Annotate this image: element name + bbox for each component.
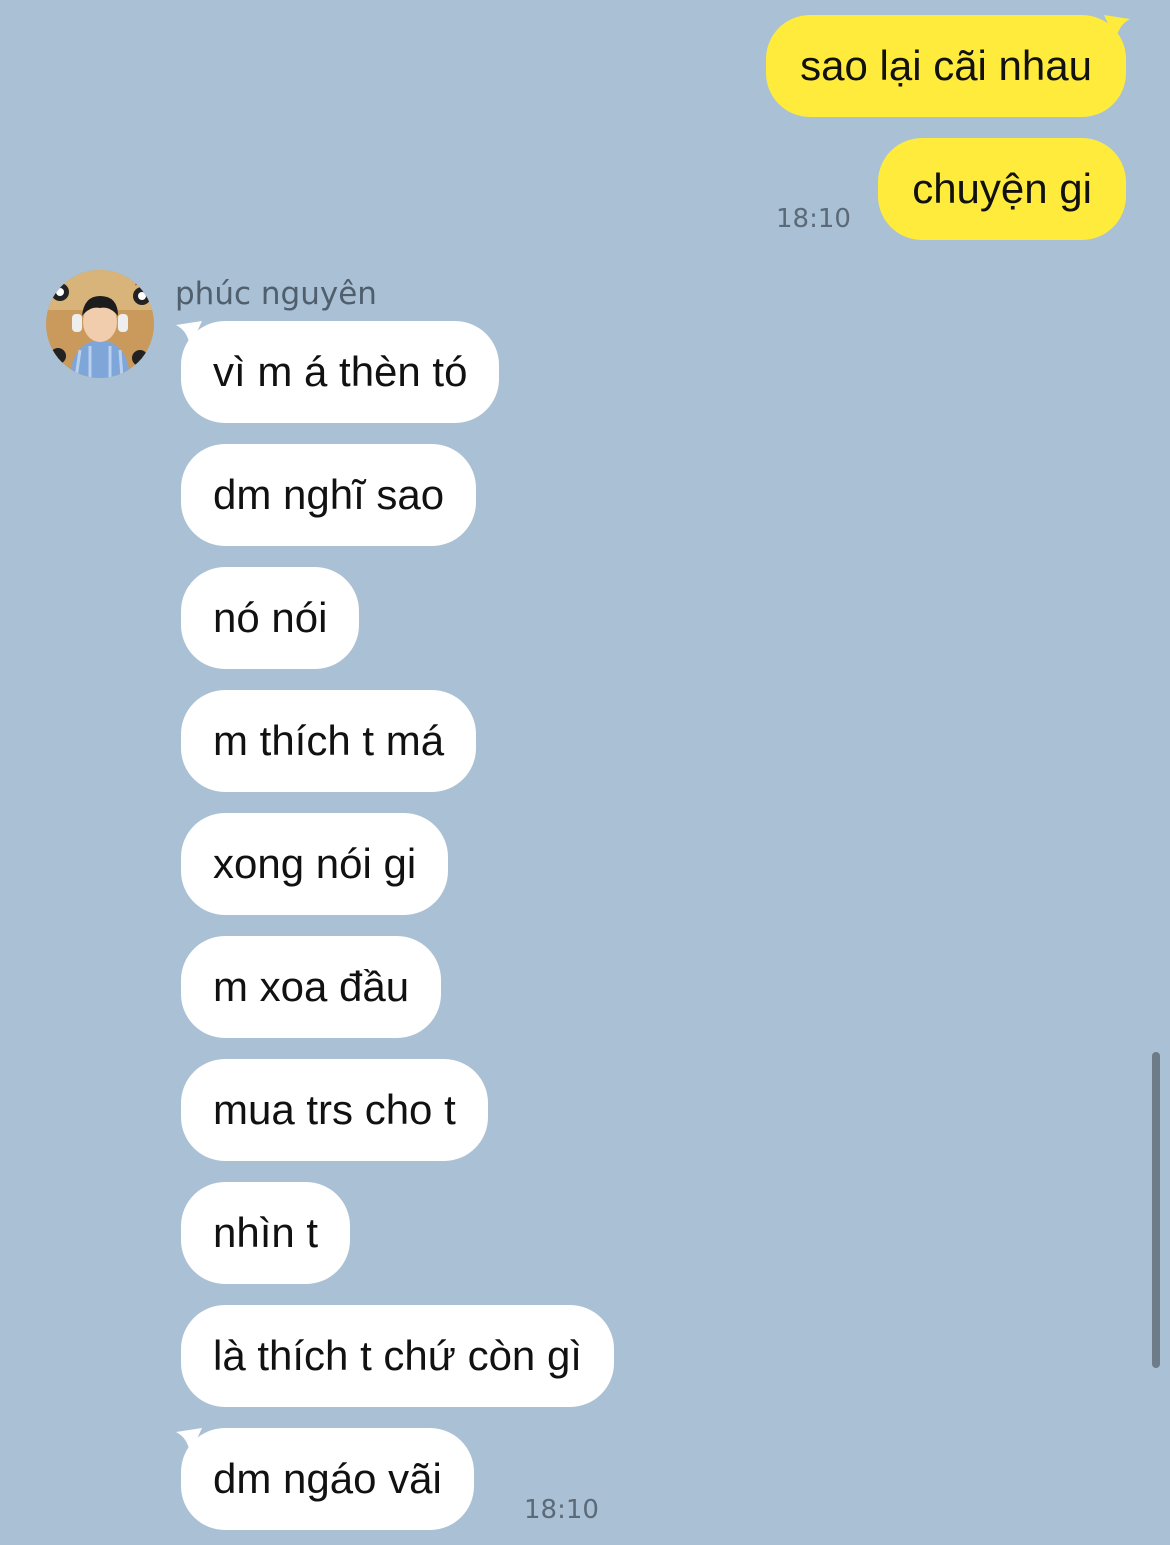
incoming-message[interactable]: là thích t chứ còn gì [181,1305,614,1407]
incoming-message[interactable]: vì m á thèn tó [181,321,500,423]
outgoing-message[interactable]: chuyện gi [878,138,1126,240]
incoming-message[interactable]: dm ngáo vãi [181,1428,474,1530]
message-timestamp: 18:10 [524,1495,599,1525]
outgoing-message[interactable]: sao lại cãi nhau [766,15,1126,117]
scrollbar[interactable] [1152,1052,1160,1368]
contact-photo-avatar-icon [46,270,154,378]
bubble-tail [1104,15,1130,41]
incoming-message[interactable]: m xoa đầu [181,936,442,1038]
avatar[interactable] [46,270,154,378]
incoming-message[interactable]: m thích t má [181,690,477,792]
incoming-message[interactable]: dm nghĩ sao [181,444,477,546]
incoming-message[interactable]: mua trs cho t [181,1059,488,1161]
sender-name: phúc nguyên [175,276,377,312]
incoming-message[interactable]: nó nói [181,567,360,669]
incoming-message[interactable]: nhìn t [181,1182,351,1284]
incoming-message[interactable]: xong nói gi [181,813,449,915]
chat-view[interactable]: sao lại cãi nhau chuyện gi 18:10 phúc ng… [0,0,1170,1545]
message-timestamp: 18:10 [776,204,851,234]
